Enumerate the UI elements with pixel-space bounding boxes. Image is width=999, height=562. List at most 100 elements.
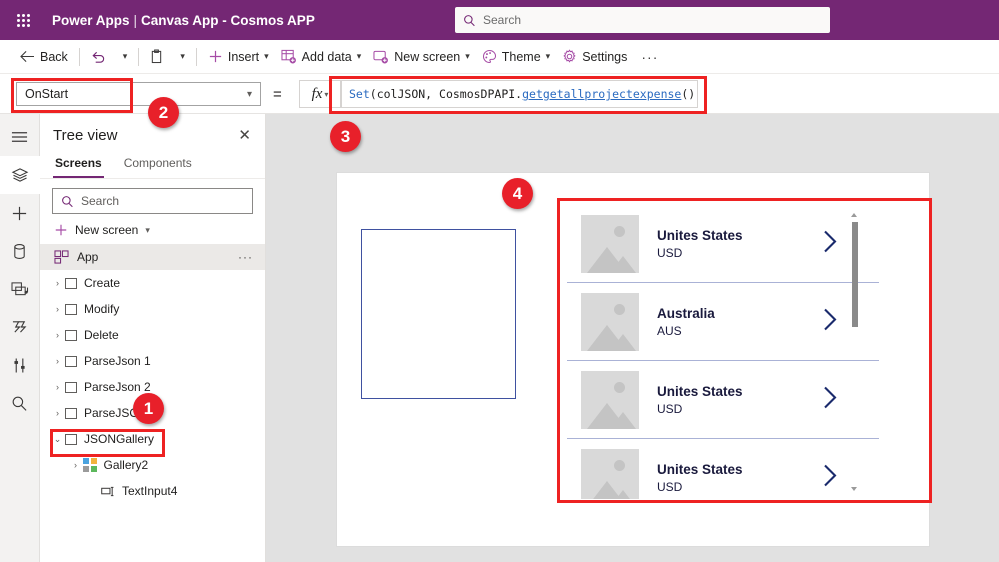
annotation-badge-1: 1 (133, 393, 164, 424)
tree-view-layers-icon[interactable] (0, 156, 40, 194)
back-button[interactable]: Back (14, 44, 74, 70)
new-screen-label: New screen (394, 49, 461, 64)
media-icon[interactable] (0, 270, 40, 308)
app-icon (54, 250, 69, 264)
gallery-item-texts: Unites States USD (657, 228, 743, 260)
scrollbar-thumb[interactable] (851, 222, 858, 327)
annotation-badge-4: 4 (502, 178, 533, 209)
add-data-icon (281, 49, 297, 64)
image-placeholder-icon (581, 448, 639, 499)
add-data-label: Add data (301, 49, 352, 64)
theme-label: Theme (501, 49, 541, 64)
waffle-menu-icon[interactable] (6, 13, 40, 27)
plus-icon (54, 223, 68, 237)
chevron-right-icon[interactable] (821, 306, 839, 337)
gear-icon (562, 49, 577, 64)
search-icon (61, 195, 74, 208)
paste-button[interactable] (144, 44, 169, 70)
gallery-item-subtitle: USD (657, 479, 683, 494)
fx-button[interactable]: fx ▾ (299, 80, 341, 108)
back-arrow-icon (20, 50, 35, 63)
tree-node-delete[interactable]: › Delete (40, 322, 265, 348)
chevron-right-icon[interactable] (821, 462, 839, 493)
gallery-item[interactable]: Unites States USD (567, 205, 879, 283)
tree-node-textinput4[interactable]: TextInput4 (40, 478, 265, 504)
chevron-right-icon[interactable]: › (68, 460, 83, 470)
toolbar-divider (78, 47, 80, 66)
property-selector-value: OnStart (25, 87, 69, 101)
gallery-item[interactable]: Unites States USD (567, 439, 879, 499)
chevron-down-icon[interactable]: ⌄ (50, 434, 65, 445)
chevron-down-icon: ▾ (545, 51, 551, 61)
chevron-down-icon: ▾ (264, 51, 269, 61)
left-icon-rail (0, 114, 40, 562)
hamburger-menu-icon[interactable] (0, 118, 40, 156)
power-automate-icon[interactable] (0, 308, 40, 346)
scroll-down-arrow-icon[interactable] (851, 487, 857, 491)
new-screen-tree-button[interactable]: New screen ▾ (40, 214, 265, 244)
chevron-right-icon[interactable]: › (50, 382, 65, 392)
text-input-control[interactable] (361, 229, 516, 399)
undo-dropdown[interactable]: ▾ (112, 44, 134, 70)
undo-icon (91, 50, 106, 64)
gallery-item[interactable]: Australia AUS (567, 283, 879, 361)
search-icon[interactable] (0, 384, 40, 422)
app-screen-surface[interactable]: Unites States USD Australia AUS Unites S… (337, 173, 929, 546)
new-screen-button[interactable]: New screen ▾ (367, 44, 476, 70)
settings-label: Settings (582, 49, 628, 64)
clipboard-icon (150, 49, 163, 64)
screen-icon (65, 303, 77, 315)
chevron-right-icon[interactable]: › (50, 304, 65, 314)
gallery-item-title: Unites States (657, 383, 743, 399)
formula-input-field[interactable]: Set(colJSON, CosmosDPAPI.getgetallprojec… (341, 80, 698, 108)
add-data-button[interactable]: Add data ▾ (275, 44, 368, 70)
toolbar-overflow-button[interactable]: ··· (633, 49, 666, 65)
chevron-right-icon[interactable]: › (50, 408, 65, 418)
undo-button[interactable] (85, 44, 112, 70)
tree-node-modify-label: Modify (84, 302, 120, 316)
tree-node-modify[interactable]: › Modify (40, 296, 265, 322)
gallery-control[interactable]: Unites States USD Australia AUS Unites S… (567, 205, 879, 499)
screen-icon (65, 381, 77, 393)
insert-plus-icon[interactable] (0, 194, 40, 232)
settings-button[interactable]: Settings (556, 44, 633, 70)
tab-screens[interactable]: Screens (53, 152, 104, 178)
tree-node-gallery2[interactable]: › Gallery2 (40, 452, 265, 478)
variables-icon[interactable] (0, 346, 40, 384)
annotation-badge-2: 2 (148, 97, 179, 128)
chevron-right-icon[interactable] (821, 228, 839, 259)
header-search-input[interactable]: Search (455, 7, 830, 33)
chevron-right-icon[interactable]: › (50, 356, 65, 366)
property-selector-dropdown[interactable]: OnStart ▾ (16, 82, 261, 106)
tree-node-parsejson-1[interactable]: › ParseJson 1 (40, 348, 265, 374)
theme-button[interactable]: Theme ▾ (476, 44, 556, 70)
insert-button[interactable]: Insert ▾ (202, 44, 275, 70)
scroll-up-arrow-icon[interactable] (851, 213, 857, 217)
tree-node-jsongallery[interactable]: ⌄ JSONGallery (40, 426, 265, 452)
data-cylinder-icon[interactable] (0, 232, 40, 270)
gallery-item-title: Australia (657, 305, 715, 321)
fx-label: fx (311, 85, 323, 102)
equals-sign: = (273, 86, 282, 103)
chevron-right-icon[interactable]: › (50, 330, 65, 340)
gallery-item-subtitle: AUS (657, 323, 682, 338)
chevron-right-icon[interactable]: › (50, 278, 65, 288)
formula-part-1: (colJSON, CosmosDPAPI. (369, 87, 523, 101)
gallery-item-title: Unites States (657, 461, 743, 477)
gallery-scrollbar[interactable] (850, 213, 859, 491)
tree-node-create[interactable]: › Create (40, 270, 265, 296)
annotation-badge-3: 3 (330, 121, 361, 152)
chevron-down-icon: ▾ (465, 51, 470, 61)
paste-dropdown[interactable]: ▾ (169, 44, 191, 70)
tab-components[interactable]: Components (122, 152, 194, 178)
close-icon[interactable]: ✕ (234, 124, 255, 146)
tree-view-panel: Tree view ✕ Screens Components Search Ne… (40, 114, 266, 562)
tree-view-tabs: Screens Components (40, 152, 265, 179)
tree-node-app[interactable]: App ··· (40, 244, 265, 270)
chevron-right-icon[interactable] (821, 384, 839, 415)
screen-icon (65, 329, 77, 341)
screen-icon (65, 433, 77, 445)
tree-search-input[interactable]: Search (52, 188, 253, 214)
tree-node-app-more-icon[interactable]: ··· (238, 250, 253, 264)
gallery-item[interactable]: Unites States USD (567, 361, 879, 439)
